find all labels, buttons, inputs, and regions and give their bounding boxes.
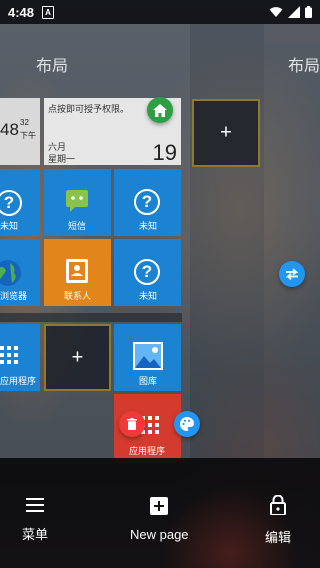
calendar-weekday: 星期一: [48, 154, 76, 164]
group-divider: [0, 313, 182, 322]
empty-slot-left[interactable]: +: [44, 324, 111, 391]
lock-icon: [270, 495, 286, 515]
menu-label: 菜单: [22, 527, 49, 542]
calendar-permission-text: 点按即可授予权限。: [48, 104, 130, 114]
add-icon: +: [71, 346, 84, 368]
status-bar: 4:48 A: [0, 0, 320, 24]
add-icon: +: [220, 121, 232, 144]
tile-label: 短信: [68, 221, 87, 231]
delete-tile-button[interactable]: [119, 411, 145, 437]
notification-a-icon: A: [42, 5, 55, 19]
swap-page-button[interactable]: [279, 261, 305, 287]
tile-label: 图库: [139, 376, 158, 386]
tile-label: 浏览器: [0, 291, 28, 301]
tile-label: 未知: [139, 291, 158, 301]
trash-icon: [127, 418, 137, 430]
add-box-icon: [150, 497, 169, 515]
bottom-action-bar: 菜单 New page 编辑: [0, 458, 320, 568]
gallery-tile[interactable]: 图库: [114, 324, 181, 391]
question-icon: ?: [134, 189, 160, 215]
question-icon: ?: [134, 259, 160, 285]
new-page-button[interactable]: New page: [130, 497, 189, 542]
menu-icon: [26, 498, 44, 512]
apps-tile-1[interactable]: 应用程序: [0, 324, 40, 391]
tile-label: 未知: [0, 221, 19, 231]
calendar-day: 19: [152, 140, 177, 165]
palette-icon: [180, 417, 194, 431]
new-page-label: New page: [130, 527, 189, 542]
page-card-far[interactable]: [264, 24, 320, 464]
battery-icon: [305, 6, 312, 18]
clock-tile[interactable]: 48 32 下午: [0, 98, 40, 165]
sms-icon: [66, 190, 88, 212]
edit-button[interactable]: 编辑: [265, 495, 291, 546]
home-icon: [153, 103, 167, 117]
status-icons: [269, 6, 312, 18]
contacts-icon: [66, 259, 88, 283]
globe-icon: [0, 260, 21, 286]
clock-seconds: 32: [20, 118, 29, 127]
question-icon: ?: [0, 190, 22, 216]
edit-label: 编辑: [265, 530, 292, 545]
unknown-tile-2[interactable]: ? 未知: [114, 169, 181, 236]
home-badge[interactable]: [147, 97, 173, 123]
page-title-right: 布局: [288, 58, 320, 75]
page-card-next[interactable]: [190, 24, 264, 464]
tile-label: 应用程序: [129, 446, 166, 456]
gallery-icon: [133, 342, 163, 370]
clock-ampm: 下午: [20, 131, 36, 140]
status-time: 4:48: [8, 4, 35, 20]
tile-color-button[interactable]: [174, 411, 200, 437]
signal-icon: [288, 6, 300, 18]
unknown-tile-3[interactable]: ? 未知: [114, 239, 181, 306]
sms-tile[interactable]: 短信: [44, 169, 111, 236]
contacts-tile[interactable]: 联系人: [44, 239, 111, 306]
unknown-tile-1[interactable]: ? 未知: [0, 169, 40, 236]
app-grid-icon: [0, 346, 18, 364]
swap-icon: [285, 268, 299, 280]
browser-tile[interactable]: 浏览器: [0, 239, 40, 306]
page-title-left: 布局: [36, 58, 69, 75]
menu-button[interactable]: 菜单: [22, 498, 48, 543]
clock-time: 48: [0, 120, 19, 139]
empty-slot-next-page[interactable]: +: [192, 99, 260, 167]
tile-label: 联系人: [64, 291, 92, 301]
tile-label: 应用程序: [0, 376, 37, 386]
tile-label: 未知: [139, 221, 158, 231]
wifi-icon: [269, 7, 283, 17]
